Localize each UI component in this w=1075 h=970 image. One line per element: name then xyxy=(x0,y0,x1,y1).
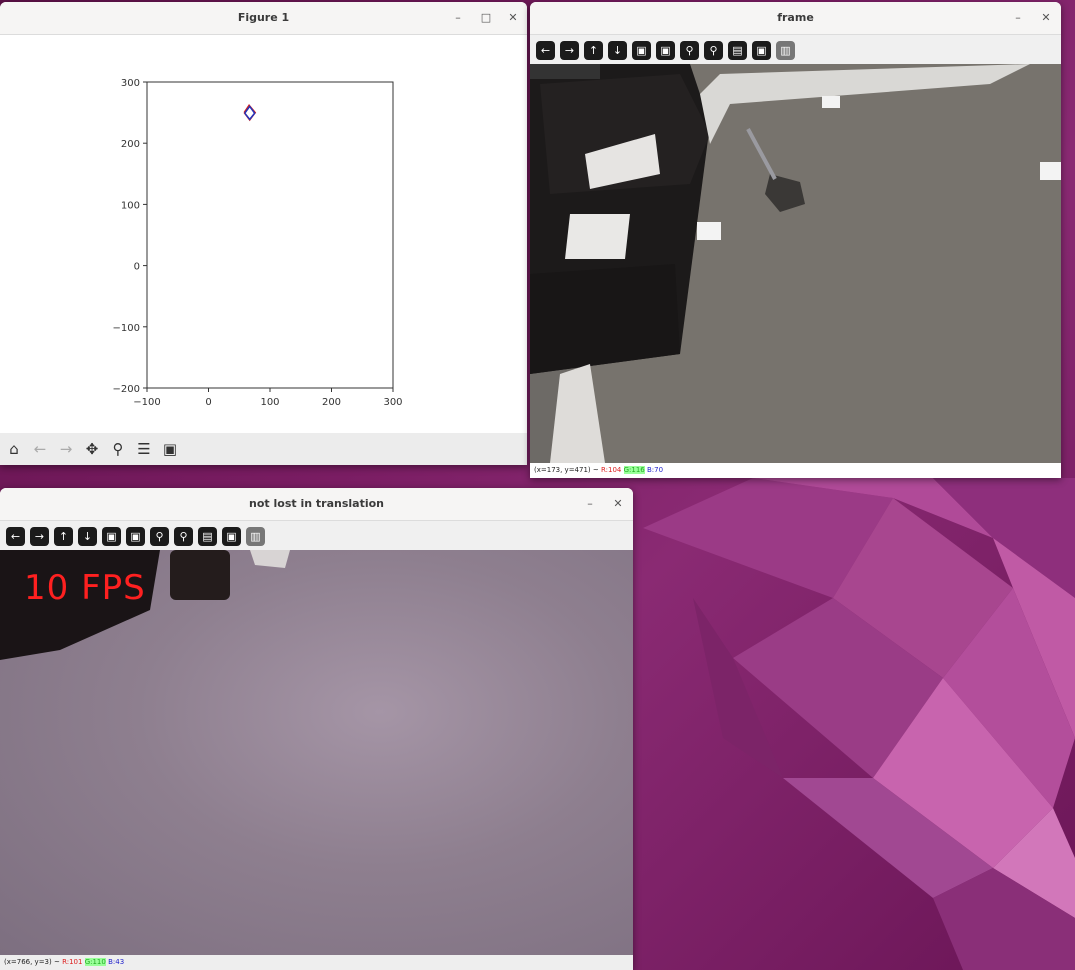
camera-frame-image[interactable] xyxy=(530,64,1061,463)
figure-titlebar[interactable]: Figure 1 – □ ✕ xyxy=(0,2,527,35)
status-coords: (x=766, y=3) ~ xyxy=(4,958,60,966)
frame-status-bar: (x=173, y=471) ~ R:104 G:116 B:70 xyxy=(530,463,1061,478)
zoom-fit-icon[interactable]: ▣ xyxy=(126,526,145,546)
maximize-button[interactable]: □ xyxy=(478,10,494,26)
pan-up-icon[interactable]: ↑ xyxy=(584,40,603,60)
zoom-in-icon[interactable]: ⚲ xyxy=(150,526,169,546)
camera-feed-image[interactable]: 10 FPS xyxy=(0,550,633,955)
y-tick-label: 200 xyxy=(121,139,140,150)
x-tick-label: −100 xyxy=(133,397,160,408)
pan-down-icon[interactable]: ↓ xyxy=(608,40,627,60)
close-button[interactable]: ✕ xyxy=(610,496,626,512)
pan-left-icon[interactable]: ← xyxy=(6,526,25,546)
minimize-button[interactable]: – xyxy=(450,10,466,26)
zoom-out-icon[interactable]: ⚲ xyxy=(174,526,193,546)
zoom-out-icon[interactable]: ⚲ xyxy=(704,40,723,60)
settings-icon[interactable]: ▥ xyxy=(776,40,795,60)
back-icon[interactable]: ← xyxy=(30,440,50,458)
zoom-original-icon[interactable]: ▣ xyxy=(102,526,121,546)
translation-titlebar[interactable]: not lost in translation – ✕ xyxy=(0,488,633,521)
chart-svg: −100 0 100 200 300 300 200 100 0 −100 −200 xyxy=(113,78,403,408)
forward-icon[interactable]: → xyxy=(56,440,76,458)
frame-window: frame – ✕ ← → ↑ ↓ ▣ ▣ ⚲ ⚲ ▤ ▣ ▥ (x=173, … xyxy=(530,2,1061,478)
close-button[interactable]: ✕ xyxy=(505,10,521,26)
aruco-marker xyxy=(697,222,721,240)
properties-icon[interactable]: ▣ xyxy=(752,40,771,60)
figure-window: Figure 1 – □ ✕ −100 0 100 200 300 300 200 100 0… xyxy=(0,2,527,465)
x-tick-label: 300 xyxy=(383,397,402,408)
status-blue: B:43 xyxy=(108,958,125,966)
translation-title: not lost in translation xyxy=(249,497,384,510)
frame-title: frame xyxy=(777,11,814,24)
pan-right-icon[interactable]: → xyxy=(30,526,49,546)
zoom-fit-icon[interactable]: ▣ xyxy=(656,40,675,60)
save-image-icon[interactable]: ▤ xyxy=(728,40,747,60)
carpet-scene xyxy=(0,550,290,660)
configure-icon[interactable]: ☰ xyxy=(134,440,154,458)
status-coords: (x=173, y=471) ~ xyxy=(534,466,599,474)
fps-counter: 10 FPS xyxy=(24,568,146,608)
aruco-marker xyxy=(1040,162,1061,180)
save-icon[interactable]: ▣ xyxy=(160,440,180,458)
x-tick-label: 100 xyxy=(260,397,279,408)
figure-title: Figure 1 xyxy=(237,11,290,24)
pan-down-icon[interactable]: ↓ xyxy=(78,526,97,546)
y-tick-label: −100 xyxy=(113,323,140,334)
save-image-icon[interactable]: ▤ xyxy=(198,526,217,546)
pan-up-icon[interactable]: ↑ xyxy=(54,526,73,546)
x-tick-label: 0 xyxy=(205,397,211,408)
matplotlib-toolbar: ⌂ ← → ✥ ⚲ ☰ ▣ xyxy=(0,433,527,465)
frame-toolbar: ← → ↑ ↓ ▣ ▣ ⚲ ⚲ ▤ ▣ ▥ xyxy=(530,35,1061,65)
pan-icon[interactable]: ✥ xyxy=(82,440,102,458)
status-red: R:104 xyxy=(600,466,622,474)
minimize-button[interactable]: – xyxy=(582,496,598,512)
minimize-button[interactable]: – xyxy=(1010,10,1026,26)
zoom-original-icon[interactable]: ▣ xyxy=(632,40,651,60)
properties-icon[interactable]: ▣ xyxy=(222,526,241,546)
status-red: R:101 xyxy=(62,958,83,966)
aruco-marker xyxy=(822,96,840,108)
room-scene xyxy=(530,64,1061,463)
pan-left-icon[interactable]: ← xyxy=(536,40,555,60)
home-icon[interactable]: ⌂ xyxy=(4,440,24,458)
x-tick-label: 200 xyxy=(322,397,341,408)
pan-right-icon[interactable]: → xyxy=(560,40,579,60)
y-tick-label: −200 xyxy=(113,384,140,395)
status-green: G:116 xyxy=(623,466,645,474)
settings-icon[interactable]: ▥ xyxy=(246,526,265,546)
y-tick-label: 300 xyxy=(121,78,140,89)
y-tick-label: 0 xyxy=(134,262,140,273)
plot-area[interactable]: −100 0 100 200 300 300 200 100 0 −100 −200 xyxy=(0,35,527,433)
translation-window: not lost in translation – ✕ ← → ↑ ↓ ▣ ▣ … xyxy=(0,488,633,970)
translation-status-bar: (x=766, y=3) ~ R:101 G:110 B:43 xyxy=(0,955,633,970)
translation-toolbar: ← → ↑ ↓ ▣ ▣ ⚲ ⚲ ▤ ▣ ▥ xyxy=(0,521,633,551)
status-blue: B:70 xyxy=(646,466,664,474)
zoom-icon[interactable]: ⚲ xyxy=(108,440,128,458)
status-green: G:110 xyxy=(84,958,106,966)
axes-frame xyxy=(146,81,394,389)
zoom-in-icon[interactable]: ⚲ xyxy=(680,40,699,60)
desktop-wallpaper xyxy=(633,478,1075,970)
y-tick-label: 100 xyxy=(121,200,140,211)
close-button[interactable]: ✕ xyxy=(1038,10,1054,26)
frame-titlebar[interactable]: frame – ✕ xyxy=(530,2,1061,35)
